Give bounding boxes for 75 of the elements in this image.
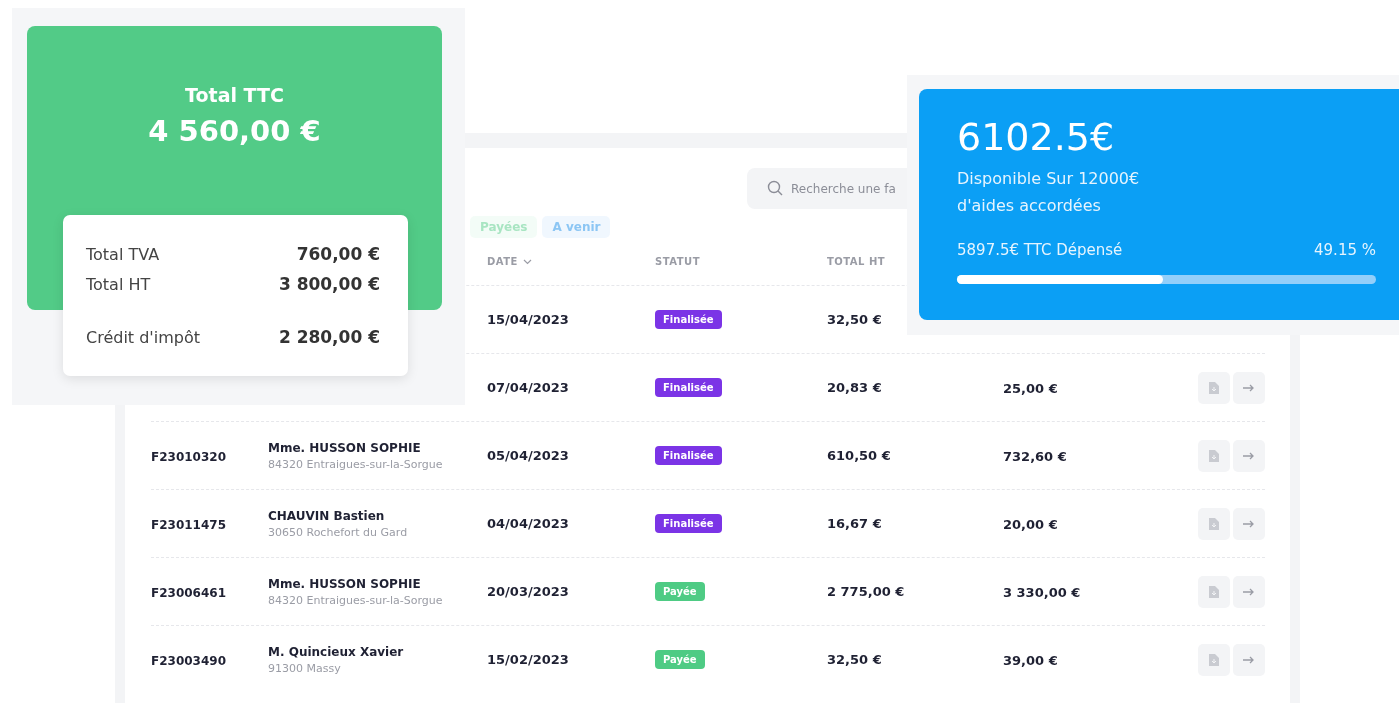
total-ttc: 732,60 € bbox=[1003, 449, 1067, 464]
detail-value: 3 800,00 € bbox=[278, 274, 380, 294]
status-badge: Finalisée bbox=[655, 378, 722, 397]
file-icon bbox=[1209, 449, 1219, 462]
filter-chip[interactable]: Payées bbox=[470, 216, 538, 238]
client-name: Mme. HUSSON SOPHIE bbox=[268, 440, 422, 455]
invoice-number: F23003490 bbox=[151, 654, 226, 668]
open-button[interactable] bbox=[1233, 439, 1265, 472]
arrow-icon bbox=[1243, 587, 1255, 596]
invoice-number: F23011475 bbox=[151, 518, 226, 532]
total-ttc: 39,00 € bbox=[1003, 653, 1058, 668]
invoice-date: 15/02/2023 bbox=[487, 652, 570, 667]
total-ht: 20,83 € bbox=[827, 380, 883, 395]
available-amount: 6102.5€ bbox=[957, 115, 1116, 159]
open-button[interactable] bbox=[1233, 507, 1265, 540]
open-button[interactable] bbox=[1233, 575, 1265, 608]
arrow-icon bbox=[1243, 519, 1255, 528]
status-badge: Finalisée bbox=[655, 514, 722, 533]
arrow-icon bbox=[1243, 383, 1255, 392]
total-title: Total TTC bbox=[185, 84, 284, 106]
total-ttc: 20,00 € bbox=[1003, 517, 1058, 532]
invoice-number: F23010320 bbox=[151, 450, 226, 464]
status-badge: Finalisée bbox=[655, 310, 722, 329]
column-header[interactable]: DATE bbox=[487, 256, 655, 267]
client-name: Mme. HUSSON SOPHIE bbox=[268, 576, 422, 591]
search-icon bbox=[767, 180, 783, 196]
total-ht: 32,50 € bbox=[827, 652, 883, 667]
invoice-date: 07/04/2023 bbox=[487, 380, 570, 395]
total-amount: 4 560,00 € bbox=[148, 114, 321, 148]
column-header: STATUT bbox=[655, 256, 701, 267]
status-badge: Payée bbox=[655, 582, 705, 601]
invoice-date: 15/04/2023 bbox=[487, 312, 570, 327]
file-icon bbox=[1209, 517, 1219, 530]
spent-amount: 5897.5€ TTC Dépensé bbox=[957, 241, 1123, 259]
chevron-icon bbox=[522, 258, 532, 265]
detail-value: 760,00 € bbox=[296, 244, 380, 264]
filter-chip[interactable]: A venir bbox=[542, 216, 611, 238]
client-address: 30650 Rochefort du Gard bbox=[268, 525, 409, 539]
download-button[interactable] bbox=[1198, 507, 1230, 540]
download-button[interactable] bbox=[1198, 575, 1230, 608]
spent-percent: 49.15 % bbox=[1314, 241, 1376, 259]
budget-caption: Disponible Sur 12000€ bbox=[957, 168, 1141, 190]
detail-label: Total TVA bbox=[86, 244, 160, 264]
detail-label: Crédit d'impôt bbox=[86, 327, 200, 347]
invoice-number: F23006461 bbox=[151, 586, 226, 600]
total-ht: 32,50 € bbox=[827, 312, 883, 327]
open-button[interactable] bbox=[1233, 643, 1265, 676]
total-ht: 16,67 € bbox=[827, 516, 883, 531]
download-button[interactable] bbox=[1198, 439, 1230, 472]
total-ht: 610,50 € bbox=[827, 448, 892, 463]
download-button[interactable] bbox=[1198, 371, 1230, 404]
download-button[interactable] bbox=[1198, 643, 1230, 676]
total-ttc: 25,00 € bbox=[1003, 381, 1058, 396]
client-name: M. Quincieux Xavier bbox=[268, 644, 405, 659]
invoice-date: 20/03/2023 bbox=[487, 584, 570, 599]
total-ttc: 3 330,00 € bbox=[1003, 585, 1081, 600]
detail-label: Total HT bbox=[86, 274, 151, 294]
detail-value: 2 280,00 € bbox=[278, 327, 380, 347]
status-badge: Payée bbox=[655, 650, 705, 669]
client-address: 84320 Entraigues-sur-la-Sorgue bbox=[268, 457, 444, 471]
budget-caption: d'aides accordées bbox=[957, 195, 1102, 217]
client-address: 91300 Massy bbox=[268, 661, 342, 675]
invoice-date: 04/04/2023 bbox=[487, 516, 570, 531]
file-icon bbox=[1209, 585, 1219, 598]
arrow-icon bbox=[1243, 451, 1255, 460]
client-name: CHAUVIN Bastien bbox=[268, 508, 386, 523]
file-icon bbox=[1209, 381, 1219, 394]
column-header: TOTAL HT bbox=[827, 256, 887, 267]
client-address: 84320 Entraigues-sur-la-Sorgue bbox=[268, 593, 444, 607]
invoice-date: 05/04/2023 bbox=[487, 448, 570, 463]
arrow-icon bbox=[1243, 655, 1255, 664]
total-ht: 2 775,00 € bbox=[827, 584, 906, 599]
open-button[interactable] bbox=[1233, 371, 1265, 404]
status-badge: Finalisée bbox=[655, 446, 722, 465]
file-icon bbox=[1209, 653, 1219, 666]
